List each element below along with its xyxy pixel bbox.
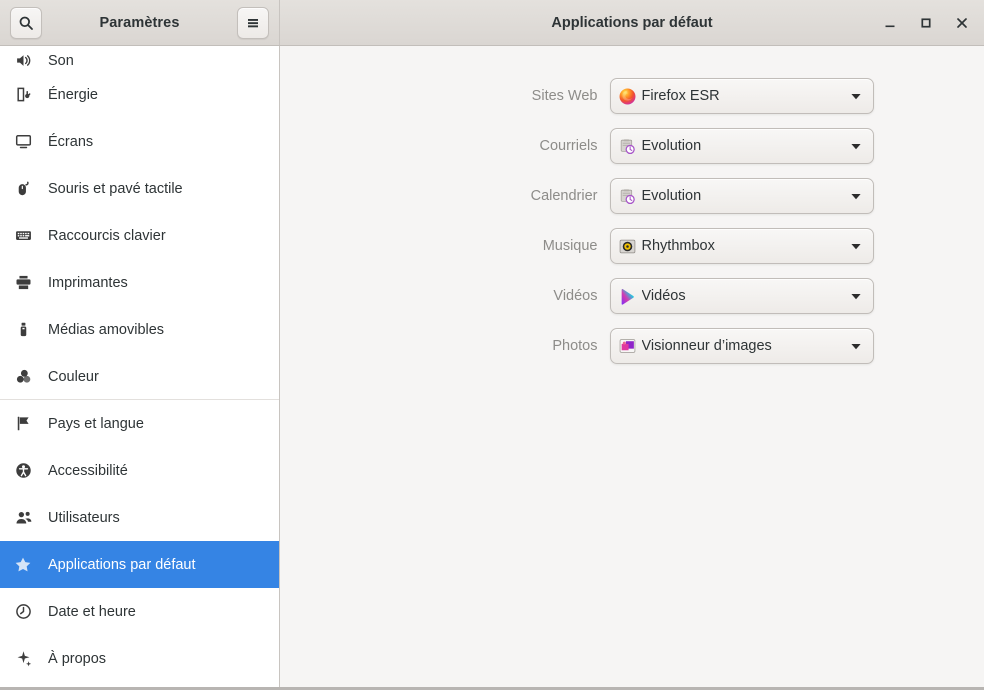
clock-icon: [14, 603, 32, 621]
chevron-down-icon: [849, 339, 863, 353]
sidebar-item-11[interactable]: Applications par défaut: [0, 541, 279, 588]
sidebar-item-label: Applications par défaut: [48, 556, 196, 573]
sparkle-icon: [14, 650, 32, 668]
sidebar-item-label: Accessibilité: [48, 462, 128, 479]
chevron-down-icon: [849, 239, 863, 253]
search-button[interactable]: [10, 6, 42, 39]
chevron-down-icon: [849, 139, 863, 153]
default-app-row: Calendrier Evolution: [360, 178, 905, 214]
evolution-mail-icon: [619, 138, 636, 155]
row-label: Calendrier: [530, 188, 598, 204]
default-app-dropdown[interactable]: Evolution: [609, 128, 874, 164]
maximize-icon: [919, 16, 933, 30]
dropdown-value: Rhythmbox: [641, 238, 715, 254]
settings-window: Paramètres Applications par défaut Son É…: [0, 0, 984, 690]
default-app-dropdown[interactable]: Rhythmbox: [609, 228, 874, 264]
hamburger-menu-icon: [245, 15, 261, 31]
close-button[interactable]: [948, 9, 976, 37]
usb-drive-icon: [14, 321, 32, 339]
sidebar-item-label: Imprimantes: [48, 274, 128, 291]
minimize-icon: [883, 16, 897, 30]
sidebar-item-2[interactable]: Écrans: [0, 118, 279, 165]
default-app-dropdown[interactable]: Firefox ESR: [609, 78, 874, 114]
display-icon: [14, 133, 32, 151]
content-area: Sites Web Firefox ESR Courriels Evolution…: [280, 46, 984, 687]
header-bar: Paramètres Applications par défaut: [0, 0, 984, 46]
image-viewer-icon: [619, 338, 636, 355]
sidebar-item-13[interactable]: À propos: [0, 635, 279, 682]
row-label: Vidéos: [553, 288, 598, 304]
sidebar-item-label: Utilisateurs: [48, 509, 120, 526]
firefox-icon: [619, 88, 636, 105]
battery-icon: [14, 86, 32, 104]
sidebar-item-label: Médias amovibles: [48, 321, 165, 338]
row-label: Sites Web: [531, 88, 598, 104]
star-icon: [14, 556, 32, 574]
chevron-down-icon: [849, 189, 863, 203]
row-label: Photos: [552, 338, 598, 354]
sidebar-header: Paramètres: [0, 0, 280, 45]
sidebar-item-9[interactable]: Accessibilité: [0, 447, 279, 494]
sidebar-item-label: Souris et pavé tactile: [48, 180, 183, 197]
sidebar-item-12[interactable]: Date et heure: [0, 588, 279, 635]
dropdown-value: Evolution: [641, 138, 702, 154]
speaker-icon: [14, 51, 32, 69]
printer-icon: [14, 274, 32, 292]
sidebar-item-10[interactable]: Utilisateurs: [0, 494, 279, 541]
search-icon: [18, 15, 34, 31]
sidebar-item-label: Pays et langue: [48, 415, 144, 432]
maximize-button[interactable]: [912, 9, 940, 37]
sidebar-item-6[interactable]: Médias amovibles: [0, 306, 279, 353]
sidebar-item-4[interactable]: Raccourcis clavier: [0, 212, 279, 259]
sidebar-item-8[interactable]: Pays et langue: [0, 400, 279, 447]
dropdown-value: Firefox ESR: [641, 88, 720, 104]
sidebar-item-7[interactable]: Couleur: [0, 353, 279, 400]
content-header: Applications par défaut: [280, 0, 984, 45]
main-menu-button[interactable]: [237, 6, 269, 39]
users-icon: [14, 509, 32, 527]
sidebar-item-label: Écrans: [48, 133, 94, 150]
rhythmbox-icon: [619, 238, 636, 255]
window-controls: [876, 9, 976, 37]
default-app-row: Sites Web Firefox ESR: [360, 78, 905, 114]
sidebar-item-label: Couleur: [48, 368, 99, 385]
default-app-row: Musique Rhythmbox: [360, 228, 905, 264]
chevron-down-icon: [849, 89, 863, 103]
sidebar-item-label: Son: [48, 53, 74, 69]
keyboard-icon: [14, 227, 32, 245]
default-apps-list: Sites Web Firefox ESR Courriels Evolution…: [280, 78, 984, 364]
window-body: Son Énergie Écrans Souris et pavé tactile Ra…: [0, 46, 984, 687]
dropdown-value: Vidéos: [641, 288, 686, 304]
sidebar[interactable]: Son Énergie Écrans Souris et pavé tactile Ra…: [0, 46, 280, 687]
dropdown-value: Evolution: [641, 188, 702, 204]
row-label: Courriels: [539, 138, 598, 154]
sidebar-item-label: À propos: [48, 650, 107, 667]
sidebar-item-3[interactable]: Souris et pavé tactile: [0, 165, 279, 212]
accessibility-icon: [14, 462, 32, 480]
chevron-down-icon: [849, 289, 863, 303]
color-wheel-icon: [14, 368, 32, 386]
sidebar-item-label: Énergie: [48, 86, 98, 103]
close-icon: [955, 16, 969, 30]
default-app-dropdown[interactable]: Vidéos: [609, 278, 874, 314]
flag-icon: [14, 415, 32, 433]
default-app-row: Vidéos Vidéos: [360, 278, 905, 314]
default-app-row: Photos Visionneur d’images: [360, 328, 905, 364]
default-app-dropdown[interactable]: Evolution: [609, 178, 874, 214]
row-label: Musique: [542, 238, 598, 254]
totem-videos-icon: [619, 288, 636, 305]
sidebar-title: Paramètres: [99, 14, 180, 31]
sidebar-item-1[interactable]: Énergie: [0, 71, 279, 118]
dropdown-value: Visionneur d’images: [641, 338, 772, 354]
default-app-dropdown[interactable]: Visionneur d’images: [609, 328, 874, 364]
minimize-button[interactable]: [876, 9, 904, 37]
sidebar-item-5[interactable]: Imprimantes: [0, 259, 279, 306]
sidebar-item-0[interactable]: Son: [0, 46, 279, 71]
evolution-calendar-icon: [619, 188, 636, 205]
sidebar-item-label: Date et heure: [48, 603, 136, 620]
sidebar-list: Son Énergie Écrans Souris et pavé tactile Ra…: [0, 46, 279, 682]
mouse-icon: [14, 180, 32, 198]
sidebar-item-label: Raccourcis clavier: [48, 227, 166, 244]
default-app-row: Courriels Evolution: [360, 128, 905, 164]
